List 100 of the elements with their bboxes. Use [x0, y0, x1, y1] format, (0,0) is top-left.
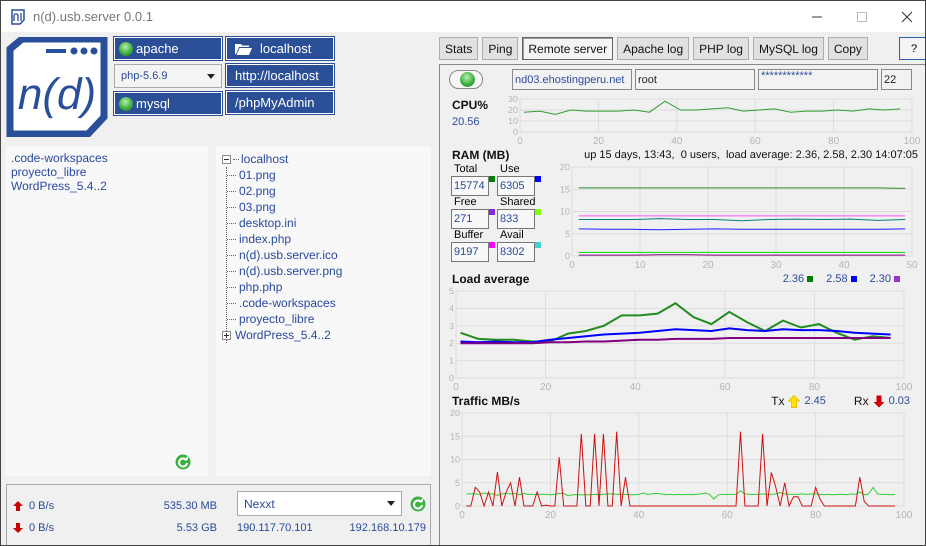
window-title: n(d).usb.server 0.0.1 [33, 9, 153, 24]
caret-icon [207, 74, 215, 78]
connect-toggle[interactable] [449, 70, 483, 89]
ram-value: 8302 [497, 242, 535, 262]
axis-tick-label: 0 [517, 136, 523, 145]
tab[interactable]: Copy [828, 37, 868, 60]
axis-tick-label: 40 [671, 136, 682, 145]
tab[interactable]: Remote server [522, 37, 614, 60]
apache-button[interactable]: apache [114, 37, 222, 60]
refresh-icon[interactable] [410, 496, 426, 512]
tree-item[interactable]: proyecto_libre [239, 312, 314, 326]
tab[interactable]: Stats [439, 37, 478, 60]
axis-tick-label: 30 [770, 260, 782, 269]
tree-item[interactable]: 02.png [239, 184, 276, 198]
axis-tick-label: 0 [564, 251, 570, 261]
project-item[interactable]: WordPress_5.4..2 [11, 179, 107, 193]
section-title: RAM (MB) [452, 148, 510, 162]
axis-tick-label: 100 [904, 136, 920, 145]
tab[interactable]: PHP log [693, 37, 749, 60]
axis-tick-label: 20 [560, 163, 570, 172]
axis-tick-label: 5 [448, 287, 454, 296]
ram-value: 15774 [451, 176, 489, 196]
close-icon[interactable] [901, 10, 913, 22]
tree-item[interactable]: .code-workspaces [239, 296, 336, 310]
user-field[interactable]: root [635, 69, 755, 90]
network-adapter-select[interactable]: Nexxt [237, 491, 402, 516]
refresh-icon[interactable] [175, 454, 191, 470]
axis-tick-label: 1 [448, 356, 454, 366]
axis-tick-label: 3 [448, 320, 454, 331]
axis-tick-label: 80 [808, 382, 820, 391]
axis-tick-label: 30 [508, 95, 518, 104]
mysql-button[interactable]: mysql [114, 92, 222, 115]
legend-value: 2.58 [826, 273, 848, 285]
tab[interactable]: Ping [482, 37, 518, 60]
axis-tick-label: 20 [508, 105, 518, 115]
arrow-down-icon [872, 394, 885, 408]
axis-tick-label: 0 [454, 501, 460, 511]
ram-label: Use [499, 163, 521, 176]
caret-icon [387, 501, 395, 506]
tree-item[interactable]: localhost [241, 152, 288, 166]
ram-value: 6305 [497, 176, 535, 196]
tree-item[interactable]: php.php [239, 280, 282, 294]
ram-value: 9197 [451, 242, 489, 262]
legend-value: 2.36 [782, 273, 804, 285]
axis-tick-label: 80 [828, 136, 840, 145]
tx-value: 2.45 [804, 395, 826, 407]
axis-tick-label: 20 [540, 382, 552, 391]
data-sent: 535.30 MB [162, 500, 217, 512]
link-button[interactable]: http://localhost [226, 64, 334, 87]
tree-item[interactable]: n(d).usb.server.ico [239, 248, 338, 262]
tree-item[interactable]: desktop.ini [239, 216, 296, 230]
axis-tick-label: 100 [896, 510, 912, 519]
tree-item[interactable]: WordPress_5.4..2 [235, 328, 331, 342]
arrow-down-icon [13, 523, 23, 533]
section-title: Traffic MB/s [452, 394, 520, 408]
axis-tick-label: 80 [810, 510, 822, 519]
tab[interactable]: Apache log [617, 37, 690, 60]
axis-tick-label: 10 [560, 206, 570, 216]
expand-icon[interactable] [222, 330, 231, 340]
tree-item[interactable]: 03.png [239, 200, 276, 214]
legend-value: 2.30 [870, 273, 891, 285]
axis-tick-label: 0 [448, 373, 454, 383]
tree-item[interactable]: n(d).usb.server.png [239, 264, 342, 278]
uptime-text: up 15 days, 13:43, 0 users, load average: 2.36, 2.58, 2.30 14:07:05 [584, 149, 919, 161]
axis-tick-label: 20 [592, 136, 604, 145]
axis-tick-label: 100 [896, 382, 912, 391]
project-item[interactable]: .code-workspaces [11, 151, 108, 165]
axis-tick-label: 5 [564, 228, 570, 239]
rx-value: 0.03 [888, 395, 910, 407]
tree-item[interactable]: 01.png [239, 168, 276, 182]
ram-label: Total [453, 163, 478, 176]
tab[interactable]: MySQL log [752, 37, 824, 60]
ram-value: 271 [451, 209, 489, 229]
app-logo-icon [10, 8, 26, 24]
section-title: Load average [452, 272, 530, 286]
axis-tick-label: 40 [633, 510, 644, 519]
axis-tick-label: 0 [453, 382, 459, 391]
link-button[interactable]: /phpMyAdmin [226, 91, 334, 114]
password-field[interactable]: ************ [758, 69, 878, 90]
ram-value: 833 [497, 209, 535, 229]
axis-tick-label: 40 [630, 382, 641, 391]
tree-item[interactable]: index.php [239, 232, 292, 246]
ram-label: Buffer [453, 229, 484, 242]
project-item[interactable]: proyecto_libre [11, 165, 86, 179]
php-version-select[interactable]: php-5.6.9 [114, 64, 222, 88]
axis-tick-label: 60 [750, 136, 761, 145]
port-field[interactable]: 22 [881, 69, 912, 90]
cpu-value: 20.56 [452, 116, 481, 128]
axis-tick-label: 5 [454, 478, 460, 488]
link-button[interactable]: localhost [226, 37, 334, 60]
arrow-up-icon [788, 394, 800, 408]
collapse-icon[interactable] [222, 154, 231, 164]
axis-tick-label: 4 [448, 303, 454, 314]
axis-tick-label: 60 [719, 382, 730, 391]
help-button[interactable]: ? [899, 37, 925, 60]
axis-tick-label: 40 [838, 260, 850, 269]
host-field[interactable]: nd03.ehostingperu.net [512, 69, 632, 90]
axis-tick-label: 0 [459, 510, 465, 519]
ram-label: Shared [499, 196, 536, 209]
axis-tick-label: 20 [450, 409, 460, 418]
